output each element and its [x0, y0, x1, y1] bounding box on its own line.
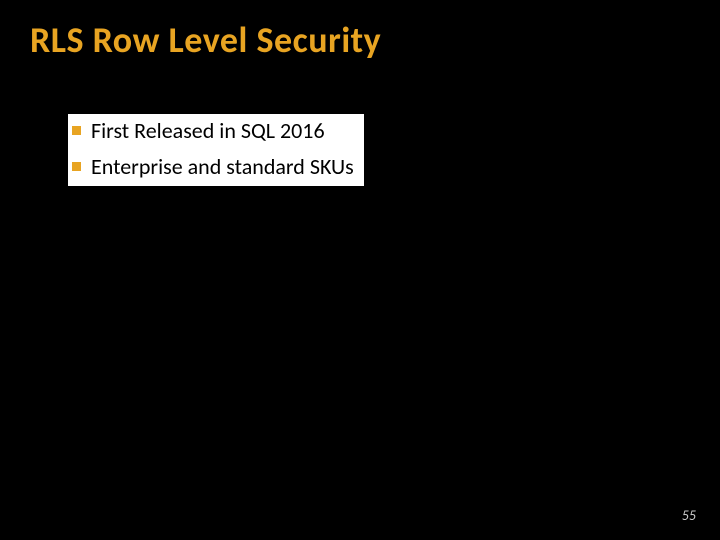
list-item: First Released in SQL 2016 [68, 114, 335, 147]
bullet-list: First Released in SQL 2016 Enterprise an… [68, 114, 364, 183]
slide-content: First Released in SQL 2016 Enterprise an… [0, 62, 720, 186]
bullet-square-icon [72, 126, 81, 135]
bullet-text: First Released in SQL 2016 [91, 117, 325, 144]
bullet-text: Enterprise and standard SKUs [91, 153, 354, 180]
list-item: Enterprise and standard SKUs [68, 150, 364, 183]
slide-title: RLS Row Level Security [0, 0, 720, 62]
page-number: 55 [682, 507, 696, 524]
bullet-square-icon [72, 162, 81, 171]
